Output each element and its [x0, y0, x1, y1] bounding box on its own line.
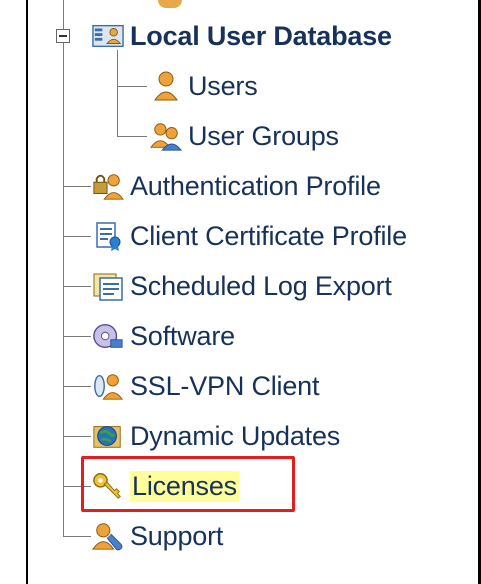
tree-item-label: Scheduled Log Export: [130, 270, 392, 301]
tree-item-label: Dynamic Updates: [130, 420, 341, 451]
tree-guide-line: [63, 386, 91, 387]
tree-item-support[interactable]: Support: [92, 516, 223, 556]
tree-item-label: Software: [130, 320, 235, 351]
tree-item-label: Authentication Profile: [130, 170, 381, 201]
tree-guide-line: [117, 86, 147, 87]
tree-item-scheduled-log-export[interactable]: Scheduled Log Export: [92, 266, 392, 306]
authentication-profile-icon: [92, 170, 124, 202]
tree-guide-line: [63, 436, 91, 437]
tree-item-users[interactable]: Users: [150, 66, 258, 106]
cropped-icon: [158, 0, 182, 8]
tree-item-label: User Groups: [188, 120, 339, 151]
software-icon: [92, 320, 124, 352]
tree-guide-line: [63, 236, 91, 237]
tree-guide-line: [63, 286, 91, 287]
ssl-vpn-client-icon: [92, 370, 124, 402]
database-users-icon: [92, 20, 124, 52]
collapse-toggle[interactable]: [56, 29, 70, 43]
tree-item-dynamic-updates[interactable]: Dynamic Updates: [92, 416, 340, 456]
navigation-tree: Local User Database Users User Groups Au…: [0, 0, 481, 584]
tree-guide-line: [63, 0, 64, 537]
tree-item-label: Support: [130, 520, 224, 551]
tree-item-ssl-vpn-client[interactable]: SSL-VPN Client: [92, 366, 319, 406]
dynamic-updates-icon: [92, 420, 124, 452]
tree-item-software[interactable]: Software: [92, 316, 235, 356]
tree-guide-line: [63, 536, 91, 537]
tree-guide-line: [63, 336, 91, 337]
tree-item-label: Client Certificate Profile: [130, 220, 407, 251]
certificate-profile-icon: [92, 220, 124, 252]
tree-item-authentication-profile[interactable]: Authentication Profile: [92, 166, 381, 206]
tree-item-user-groups[interactable]: User Groups: [150, 116, 339, 156]
tree-item-label: Users: [188, 70, 258, 101]
tree-item-client-certificate-profile[interactable]: Client Certificate Profile: [92, 216, 407, 256]
tree-item-local-user-database[interactable]: Local User Database: [92, 16, 392, 56]
tree-item-label: SSL-VPN Client: [130, 370, 320, 401]
tree-item-label: Local User Database: [130, 20, 392, 51]
scheduled-log-export-icon: [92, 270, 124, 302]
user-icon: [150, 70, 182, 102]
tree-guide-line: [117, 136, 147, 137]
annotation-highlight-box: [81, 456, 295, 512]
support-icon: [92, 520, 124, 552]
user-group-icon: [150, 120, 182, 152]
tree-guide-line: [63, 186, 91, 187]
tree-guide-line: [117, 50, 118, 136]
